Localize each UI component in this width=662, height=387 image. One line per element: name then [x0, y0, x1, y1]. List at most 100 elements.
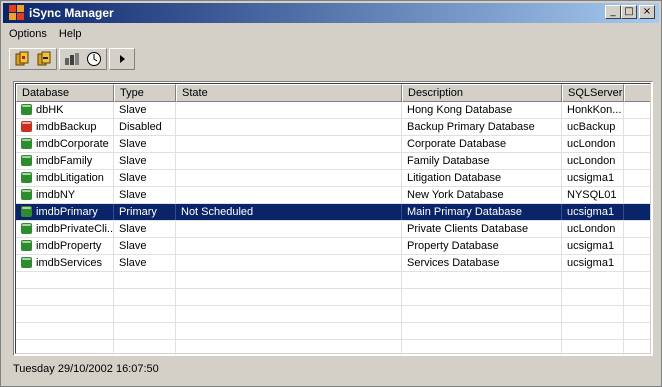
- table-row[interactable]: imdbLitigation Slave Litigation Database uc…: [16, 170, 650, 187]
- cell-sqlserver-text: HonkKon...: [567, 104, 622, 116]
- empty-cell: [16, 306, 114, 322]
- empty-cell: [562, 289, 624, 305]
- column-header-description[interactable]: Description: [402, 84, 562, 102]
- database-icon: [21, 121, 32, 132]
- empty-cell: [16, 289, 114, 305]
- cell-database-text: imdbNY: [36, 189, 76, 201]
- cell-sqlserver: NYSQL01: [562, 187, 624, 203]
- table-row[interactable]: dbHK Slave Hong Kong Database HonkKon...: [16, 102, 650, 119]
- play-icon[interactable]: [111, 49, 133, 69]
- column-header-state[interactable]: State: [176, 84, 402, 102]
- empty-cell: [562, 272, 624, 288]
- cell-sqlserver: HonkKon...: [562, 102, 624, 118]
- database-sync-icon[interactable]: [61, 49, 83, 69]
- database-icon: [21, 223, 32, 234]
- menu-help[interactable]: Help: [53, 28, 88, 40]
- list-rows: dbHK Slave Hong Kong Database HonkKon... imd…: [16, 102, 650, 355]
- cell-filler: [624, 204, 650, 220]
- empty-cell: [624, 289, 650, 305]
- empty-cell: [402, 306, 562, 322]
- cell-database: imdbProperty: [16, 238, 114, 254]
- database-icon: [21, 138, 32, 149]
- cell-description: Main Primary Database: [402, 204, 562, 220]
- cell-database-text: imdbLitigation: [36, 172, 104, 184]
- table-row[interactable]: imdbNY Slave New York Database NYSQL01: [16, 187, 650, 204]
- cell-database: imdbBackup: [16, 119, 114, 135]
- database-icon: [21, 172, 32, 183]
- empty-cell: [562, 306, 624, 322]
- cell-sqlserver: ucsigma1: [562, 255, 624, 271]
- list-header: Database Type State Description SQLServe…: [16, 84, 650, 102]
- column-header-type[interactable]: Type: [114, 84, 176, 102]
- cell-filler: [624, 136, 650, 152]
- cell-type: Slave: [114, 102, 176, 118]
- empty-cell: [562, 323, 624, 339]
- cell-description-text: Private Clients Database: [407, 223, 529, 235]
- app-icon: [9, 5, 25, 21]
- empty-cell: [402, 340, 562, 355]
- cell-state: [176, 102, 402, 118]
- cell-type: Slave: [114, 153, 176, 169]
- empty-row: [16, 289, 650, 306]
- database-icon: [21, 104, 32, 115]
- cell-database-text: imdbBackup: [36, 121, 97, 133]
- database-icon: [21, 155, 32, 166]
- table-row[interactable]: imdbServices Slave Services Database ucsigm…: [16, 255, 650, 272]
- cell-state: [176, 187, 402, 203]
- cell-sqlserver: ucsigma1: [562, 170, 624, 186]
- cell-state: [176, 221, 402, 237]
- empty-cell: [114, 289, 176, 305]
- cell-database: imdbLitigation: [16, 170, 114, 186]
- title-bar[interactable]: iSync Manager _ □ ×: [3, 3, 659, 23]
- empty-cell: [16, 340, 114, 355]
- database-remove-icon[interactable]: [33, 49, 55, 69]
- database-list[interactable]: Database Type State Description SQLServe…: [13, 81, 653, 356]
- cell-description-text: Main Primary Database: [407, 206, 522, 218]
- empty-cell: [16, 272, 114, 288]
- empty-cell: [402, 272, 562, 288]
- empty-cell: [176, 306, 402, 322]
- cell-type: Slave: [114, 255, 176, 271]
- cell-description: Backup Primary Database: [402, 119, 562, 135]
- empty-cell: [624, 340, 650, 355]
- empty-row: [16, 323, 650, 340]
- cell-sqlserver-text: ucsigma1: [567, 206, 615, 218]
- cell-sqlserver: ucLondon: [562, 221, 624, 237]
- maximize-button[interactable]: □: [621, 5, 637, 19]
- cell-type: Slave: [114, 170, 176, 186]
- cell-type: Slave: [114, 187, 176, 203]
- empty-cell: [114, 272, 176, 288]
- table-row[interactable]: imdbCorporate Slave Corporate Database ucLo…: [16, 136, 650, 153]
- table-row[interactable]: imdbProperty Slave Property Database ucsigm…: [16, 238, 650, 255]
- cell-sqlserver-text: NYSQL01: [567, 189, 617, 201]
- close-button[interactable]: ×: [639, 5, 655, 19]
- cell-database-text: imdbPrimary: [36, 206, 98, 218]
- empty-cell: [624, 306, 650, 322]
- table-row[interactable]: imdbPrimary Primary Not Scheduled Main Prim…: [16, 204, 650, 221]
- empty-cell: [114, 306, 176, 322]
- column-header-database[interactable]: Database: [16, 84, 114, 102]
- cell-type-text: Disabled: [119, 121, 162, 133]
- cell-state: [176, 238, 402, 254]
- cell-database: imdbCorporate: [16, 136, 114, 152]
- cell-sqlserver: ucsigma1: [562, 238, 624, 254]
- clock-icon[interactable]: [83, 49, 105, 69]
- cell-sqlserver-text: ucBackup: [567, 121, 616, 133]
- cell-filler: [624, 187, 650, 203]
- cell-sqlserver-text: ucLondon: [567, 138, 616, 150]
- database-add-icon[interactable]: [11, 49, 33, 69]
- minimize-button[interactable]: _: [605, 5, 621, 19]
- cell-type-text: Primary: [119, 206, 157, 218]
- table-row[interactable]: imdbFamily Slave Family Database ucLondon: [16, 153, 650, 170]
- column-header-sqlserver[interactable]: SQLServer: [562, 84, 624, 102]
- database-icon: [21, 240, 32, 251]
- menu-options[interactable]: Options: [3, 28, 53, 40]
- cell-description-text: Property Database: [407, 240, 499, 252]
- table-row[interactable]: imdbPrivateCli... Slave Private Clients Da…: [16, 221, 650, 238]
- cell-filler: [624, 238, 650, 254]
- cell-description: Litigation Database: [402, 170, 562, 186]
- cell-description-text: Litigation Database: [407, 172, 502, 184]
- cell-state-text: Not Scheduled: [181, 206, 254, 218]
- empty-cell: [402, 323, 562, 339]
- table-row[interactable]: imdbBackup Disabled Backup Primary Databas…: [16, 119, 650, 136]
